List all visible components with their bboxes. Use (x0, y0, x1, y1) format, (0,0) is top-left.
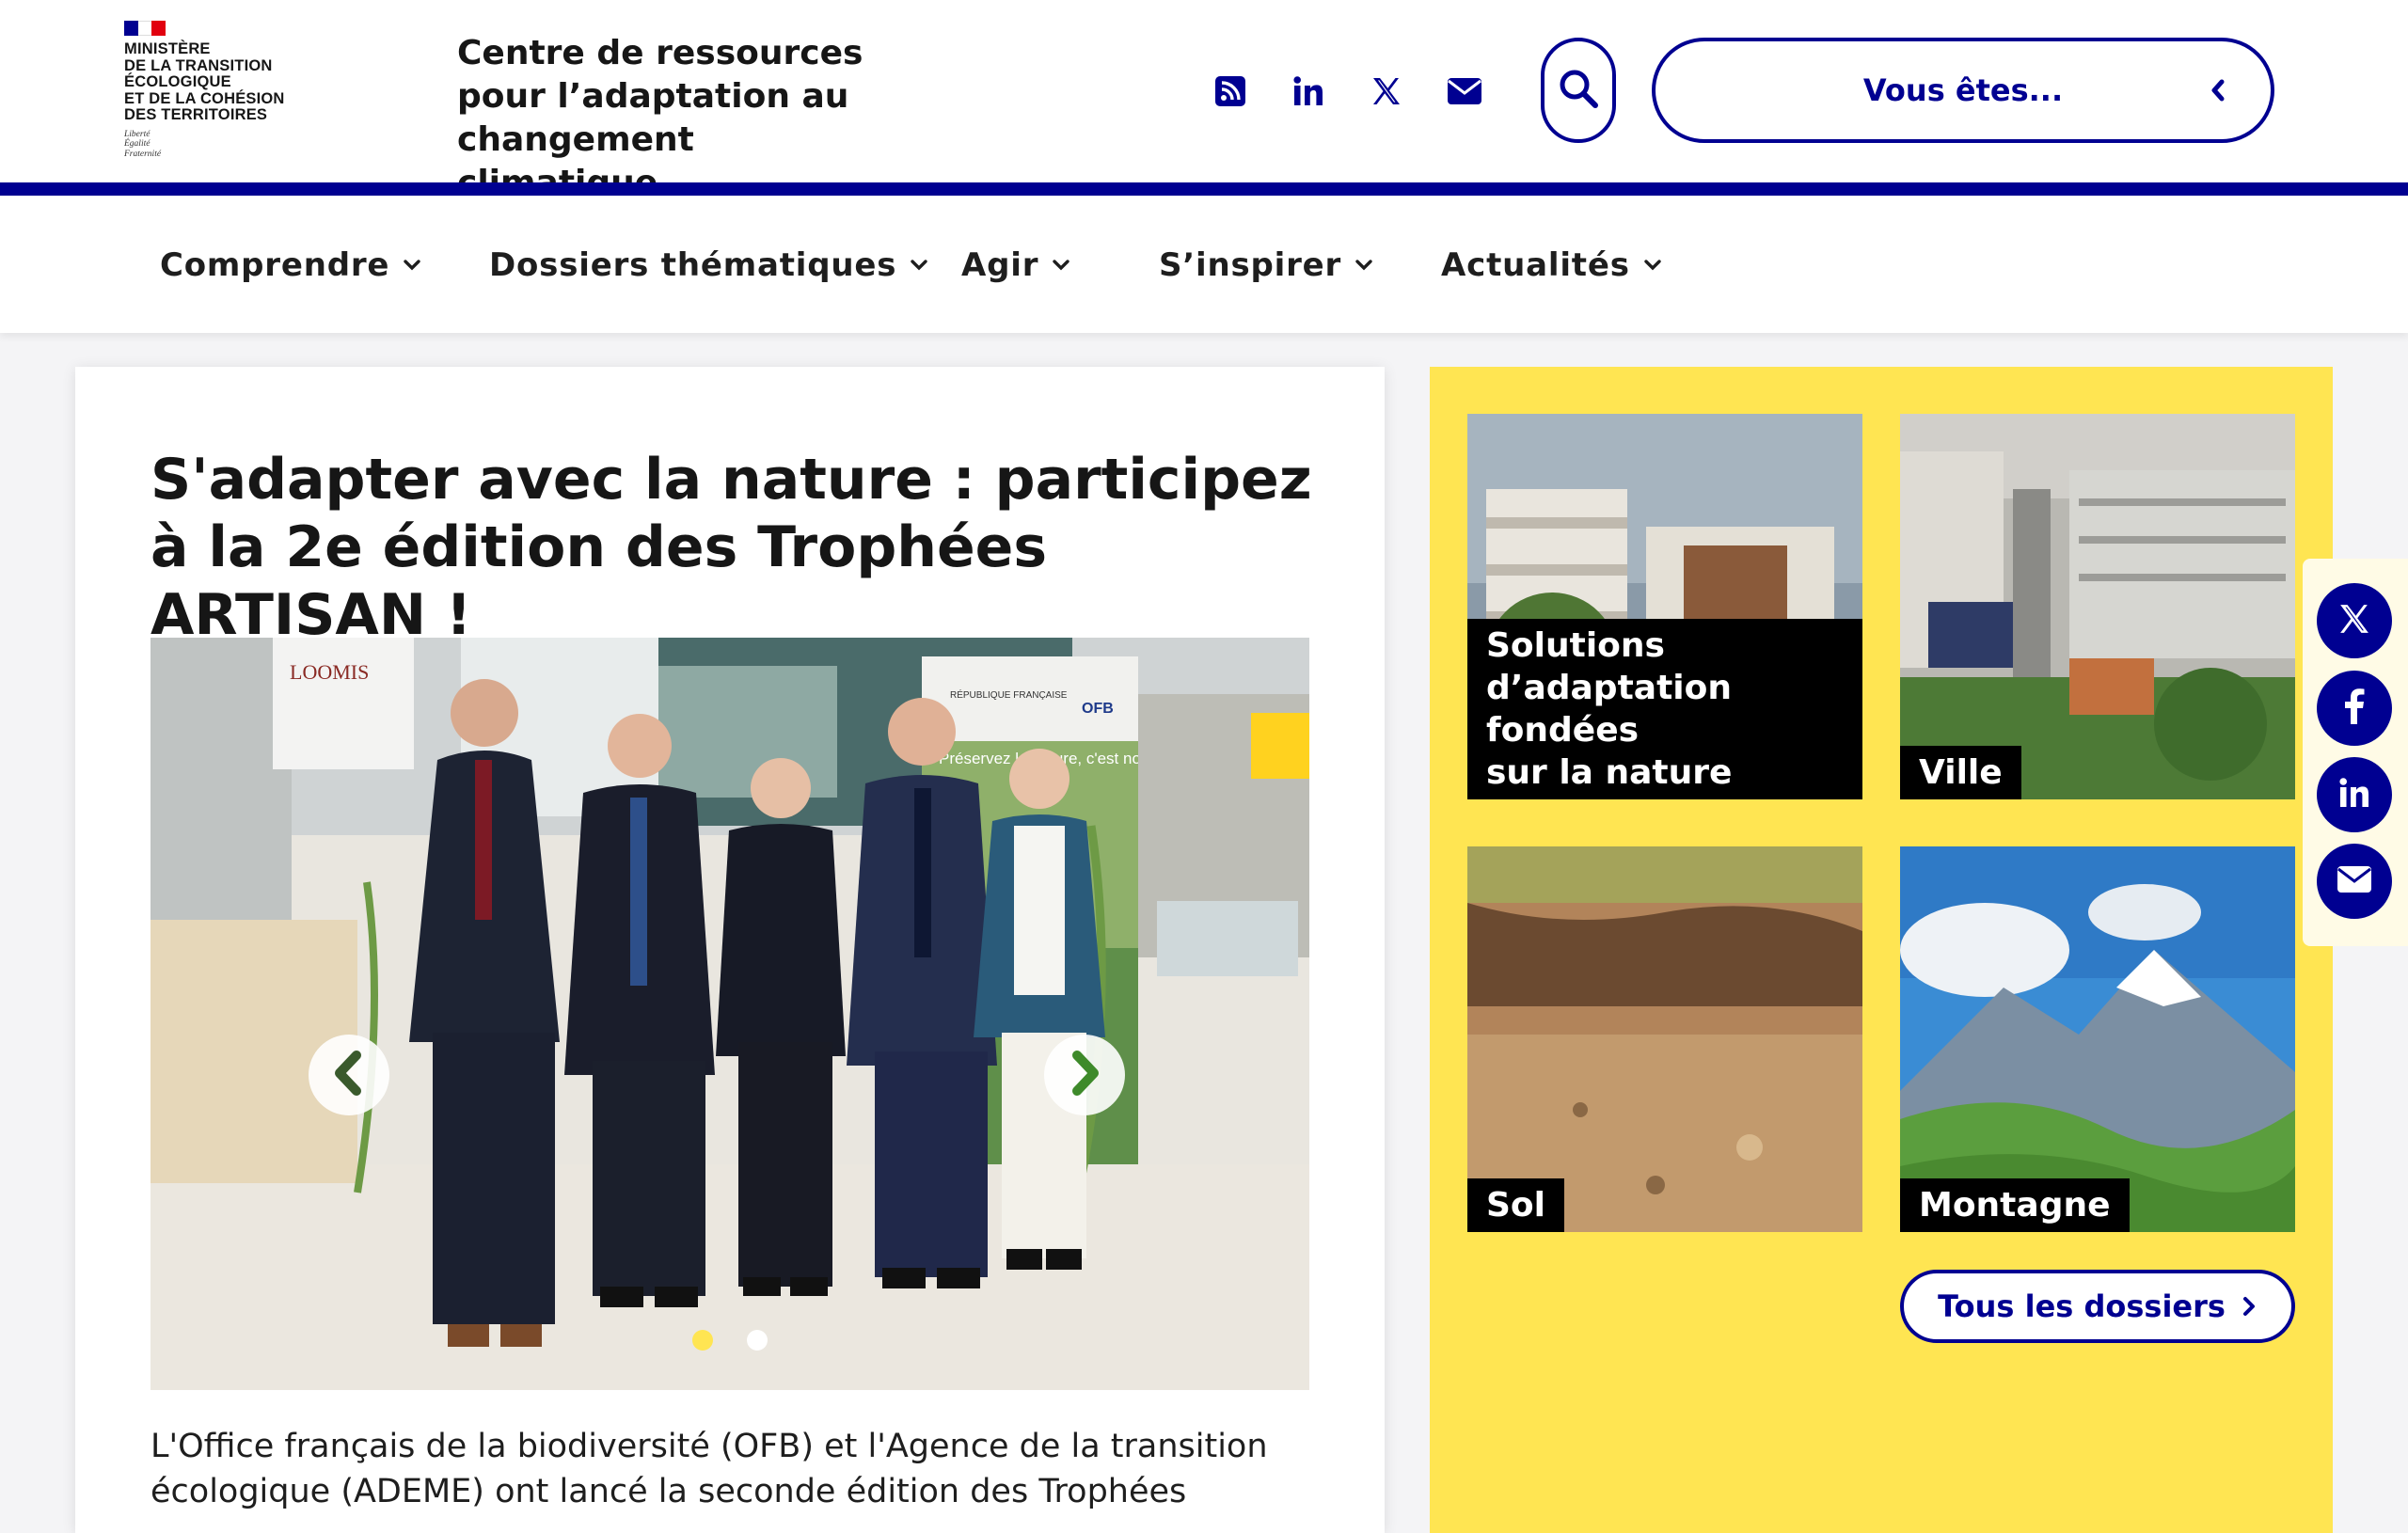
share-facebook-button[interactable] (2317, 671, 2392, 746)
header-divider (0, 182, 2408, 196)
chevron-right-icon (2242, 1296, 2258, 1317)
main-navigation: Comprendre Dossiers thématiques Agir S’i… (0, 196, 2408, 333)
linkedin-icon[interactable] (1291, 74, 1325, 108)
tile-caption: Sol (1467, 1178, 1564, 1232)
nav-item-s-inspirer[interactable]: S’inspirer (1159, 241, 1375, 290)
chevron-down-icon (1354, 255, 1375, 276)
chevron-down-icon (910, 255, 930, 276)
profile-selector-label: Vous êtes... (1862, 72, 2064, 108)
carousel-next-button[interactable] (1044, 1035, 1125, 1115)
rss-icon[interactable] (1213, 74, 1247, 108)
chevron-right-icon (1066, 1050, 1103, 1100)
dossier-tile-montagne[interactable]: Montagne (1900, 846, 2295, 1232)
search-button[interactable] (1541, 38, 1616, 143)
linkedin-icon (2338, 777, 2370, 813)
facebook-icon (2344, 688, 2365, 728)
nav-item-agir[interactable]: Agir (961, 241, 1072, 290)
carousel-photo: LOOMIS RÉPUBLIQUE FRANÇAISE OFB Préserve… (150, 638, 1309, 1390)
tile-caption: Solutions d’adaptation fondées sur la na… (1467, 619, 1862, 799)
nav-item-label: Dossiers thématiques (489, 246, 897, 284)
tile-image (1467, 846, 1862, 1232)
site-header: MINISTÈRE DE LA TRANSITION ÉCOLOGIQUE ET… (0, 0, 2408, 202)
envelope-icon (2337, 866, 2371, 896)
ministry-name: MINISTÈRE DE LA TRANSITION ÉCOLOGIQUE ET… (124, 40, 285, 123)
article-carousel[interactable]: LOOMIS RÉPUBLIQUE FRANÇAISE OFB Préserve… (150, 638, 1309, 1390)
chevron-down-icon (403, 255, 423, 276)
photo-brand-sign: LOOMIS (290, 660, 369, 684)
profile-selector-button[interactable]: Vous êtes... (1652, 38, 2274, 143)
nav-item-label: S’inspirer (1159, 246, 1342, 284)
french-flag-icon (124, 21, 166, 36)
tile-image (1900, 846, 2295, 1232)
share-email-button[interactable] (2317, 844, 2392, 919)
tile-caption: Montagne (1900, 1178, 2130, 1232)
carousel-dot-active[interactable] (692, 1330, 713, 1351)
carousel-prev-button[interactable] (309, 1035, 389, 1115)
article-intro: L'Office français de la biodiversité (OF… (150, 1428, 1268, 1510)
chevron-down-icon (1643, 255, 1664, 276)
header-social-links (1213, 70, 1481, 113)
all-dossiers-label: Tous les dossiers (1938, 1288, 2226, 1324)
chevron-left-icon (2210, 78, 2229, 103)
share-x-button[interactable] (2317, 583, 2392, 658)
republic-motto: Liberté Égalité Fraternité (124, 129, 162, 159)
dossier-tile-ville[interactable]: Ville (1900, 414, 2295, 799)
chevron-left-icon (330, 1050, 368, 1100)
photo-rf-sign: RÉPUBLIQUE FRANÇAISE (950, 688, 1068, 701)
nav-item-dossiers-thematiques[interactable]: Dossiers thématiques (489, 241, 930, 290)
dossier-tile-solutions-nature[interactable]: Solutions d’adaptation fondées sur la na… (1467, 414, 1862, 799)
nav-item-actualites[interactable]: Actualités (1441, 241, 1664, 290)
ministry-logo[interactable]: MINISTÈRE DE LA TRANSITION ÉCOLOGIQUE ET… (124, 21, 303, 159)
tile-image (1900, 414, 2295, 799)
site-title[interactable]: Centre de ressources pour l’adaptation a… (457, 32, 899, 205)
envelope-icon[interactable] (1448, 74, 1481, 108)
x-icon[interactable] (1370, 74, 1403, 108)
featured-article-card: S'adapter avec la nature : participez à … (75, 367, 1385, 1533)
dossiers-panel: Solutions d’adaptation fondées sur la na… (1430, 367, 2333, 1533)
search-icon (1558, 68, 1599, 113)
carousel-pagination (692, 1330, 801, 1351)
article-title[interactable]: S'adapter avec la nature : participez à … (150, 446, 1317, 649)
x-icon (2338, 603, 2370, 639)
nav-item-label: Actualités (1441, 246, 1630, 284)
dossier-tile-sol[interactable]: Sol (1467, 846, 1862, 1232)
chevron-down-icon (1052, 255, 1072, 276)
nav-item-label: Agir (961, 246, 1039, 284)
nav-item-label: Comprendre (160, 246, 390, 284)
all-dossiers-button[interactable]: Tous les dossiers (1900, 1270, 2295, 1343)
nav-item-comprendre[interactable]: Comprendre (160, 241, 423, 290)
carousel-dot[interactable] (747, 1330, 768, 1351)
photo-ofb-sign: OFB (1082, 701, 1114, 717)
share-linkedin-button[interactable] (2317, 757, 2392, 832)
tile-caption: Ville (1900, 746, 2021, 799)
